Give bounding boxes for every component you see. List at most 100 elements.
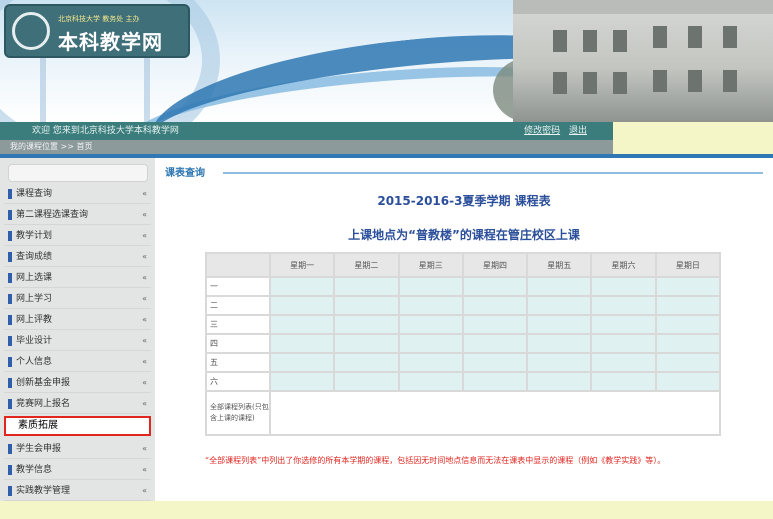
sidebar-item-teaching-info[interactable]: 教学信息 « xyxy=(4,460,151,480)
schedule-cell xyxy=(397,314,464,335)
sidebar-item-label: 课程查询 xyxy=(16,189,53,199)
sidebar-item-label: 教学信息 xyxy=(16,465,53,475)
expand-arrow-icon: « xyxy=(142,252,147,261)
schedule-cell xyxy=(333,371,400,392)
title-underline xyxy=(223,172,763,174)
schedule-cell xyxy=(654,352,722,373)
expand-arrow-icon: « xyxy=(142,444,147,453)
header-filler xyxy=(613,122,773,154)
sidebar-item-label: 网上评教 xyxy=(16,315,53,325)
sidebar-item-evaluation[interactable]: 网上评教 « xyxy=(4,310,151,330)
bullet-icon xyxy=(8,210,12,220)
bullet-icon xyxy=(8,315,12,325)
sidebar-item-practice[interactable]: 实践教学管理 « xyxy=(4,481,151,501)
status-bar: 欢迎 您来到北京科技大学本科教学网 修改密码 退出 xyxy=(0,122,613,140)
bullet-icon xyxy=(8,378,12,388)
bullet-icon xyxy=(8,231,12,241)
bullet-icon xyxy=(8,336,12,346)
column-header: 星期六 xyxy=(590,252,657,278)
sidebar-item-label: 网上选课 xyxy=(16,273,53,283)
expand-arrow-icon: « xyxy=(142,210,147,219)
panel-title: 课表查询 xyxy=(165,168,205,179)
sidebar-item-label: 查询成绩 xyxy=(16,252,53,262)
term-title: 2015-2016-3夏季学期 课程表 xyxy=(377,194,551,208)
table-row: 三 xyxy=(205,314,722,335)
schedule-cell xyxy=(397,333,464,354)
schedule-cell xyxy=(461,333,529,354)
schedule-cell xyxy=(268,276,336,297)
column-header: 星期五 xyxy=(526,252,593,278)
sidebar-item-grades[interactable]: 查询成绩 « xyxy=(4,247,151,267)
change-password-link[interactable]: 修改密码 xyxy=(524,126,560,136)
schedule-cell xyxy=(590,352,657,373)
schedule-cell xyxy=(654,314,722,335)
sidebar-search-box[interactable] xyxy=(8,164,148,182)
sidebar-item-graduation-design[interactable]: 毕业设计 « xyxy=(4,331,151,351)
table-row: 二 xyxy=(205,295,722,316)
column-header: 星期日 xyxy=(654,252,722,278)
table-header-row: 星期一 星期二 星期三 星期四 星期五 星期六 星期日 xyxy=(205,252,722,278)
expand-arrow-icon: « xyxy=(142,231,147,240)
expand-arrow-icon: « xyxy=(142,189,147,198)
schedule-cell xyxy=(526,295,593,316)
sidebar-item-label: 网上学习 xyxy=(16,294,53,304)
column-header: 星期二 xyxy=(333,252,400,278)
sidebar-item-label: 竞赛网上报名 xyxy=(16,399,71,409)
schedule-cell xyxy=(654,295,722,316)
column-header: 星期三 xyxy=(397,252,464,278)
sidebar-item-label: 教学计划 xyxy=(16,231,53,241)
sidebar-item-quality-expansion[interactable]: 素质拓展 xyxy=(4,416,151,436)
row-header: 五 xyxy=(205,352,271,373)
row-header: 一 xyxy=(205,276,271,297)
sidebar-item-student-union[interactable]: 学生会申报 « xyxy=(4,439,151,459)
sidebar-item-label: 实践教学管理 xyxy=(16,486,71,496)
schedule-cell xyxy=(333,333,400,354)
sidebar-item-course-query[interactable]: 课程查询 « xyxy=(4,184,151,204)
expand-arrow-icon: « xyxy=(142,315,147,324)
logout-link[interactable]: 退出 xyxy=(569,126,587,136)
row-header: 全部课程列表(只包含上课的课程) xyxy=(205,390,271,436)
sidebar-item-label: 素质拓展 xyxy=(18,420,58,431)
row-header: 二 xyxy=(205,295,271,316)
expand-arrow-icon: « xyxy=(142,486,147,495)
welcome-text: 欢迎 您来到北京科技大学本科教学网 xyxy=(32,126,179,136)
footnote: “全部课程列表”中列出了你选修的所有本学期的课程，包括因无时间地点信息而无法在课… xyxy=(205,456,666,465)
sidebar-item-online-selection[interactable]: 网上选课 « xyxy=(4,268,151,288)
sidebar-item-label: 创新基金申报 xyxy=(16,378,71,388)
bullet-icon xyxy=(8,486,12,496)
schedule-cell xyxy=(461,314,529,335)
schedule-cell xyxy=(526,314,593,335)
schedule-cell xyxy=(654,371,722,392)
schedule-cell xyxy=(590,276,657,297)
main-panel: 课表查询 2015-2016-3夏季学期 课程表 上课地点为“普教楼”的课程在管… xyxy=(155,158,773,501)
schedule-cell xyxy=(268,295,336,316)
sidebar-item-innovation-fund[interactable]: 创新基金申报 « xyxy=(4,373,151,393)
table-row: 四 xyxy=(205,333,722,354)
sidebar-item-label: 个人信息 xyxy=(16,357,53,367)
breadcrumb: 我的课程位置 >> 首页 xyxy=(0,140,613,154)
row-header: 六 xyxy=(205,371,271,392)
schedule-cell xyxy=(461,371,529,392)
expand-arrow-icon: « xyxy=(142,294,147,303)
schedule-cell xyxy=(397,295,464,316)
sidebar-item-personal-info[interactable]: 个人信息 « xyxy=(4,352,151,372)
sidebar-item-competition[interactable]: 竞赛网上报名 « xyxy=(4,394,151,414)
site-logo[interactable]: 北京科技大学 教务处 主办 本科教学网 xyxy=(4,4,190,58)
sidebar-item-teaching-plan[interactable]: 教学计划 « xyxy=(4,226,151,246)
bullet-icon xyxy=(8,273,12,283)
schedule-cell xyxy=(333,276,400,297)
schedule-cell xyxy=(526,352,593,373)
sidebar-item-second-course[interactable]: 第二课程选课查询 « xyxy=(4,205,151,225)
building-photo xyxy=(513,0,773,122)
schedule-cell xyxy=(397,352,464,373)
expand-arrow-icon: « xyxy=(142,357,147,366)
table-row: 一 xyxy=(205,276,722,297)
sidebar-item-label: 学生会申报 xyxy=(16,444,62,454)
schedule-cell xyxy=(268,371,336,392)
schedule-cell xyxy=(333,295,400,316)
location-notice: 上课地点为“普教楼”的课程在管庄校区上课 xyxy=(348,228,580,242)
bullet-icon xyxy=(8,399,12,409)
row-header: 四 xyxy=(205,333,271,354)
sidebar-item-online-learning[interactable]: 网上学习 « xyxy=(4,289,151,309)
schedule-cell xyxy=(654,276,722,297)
